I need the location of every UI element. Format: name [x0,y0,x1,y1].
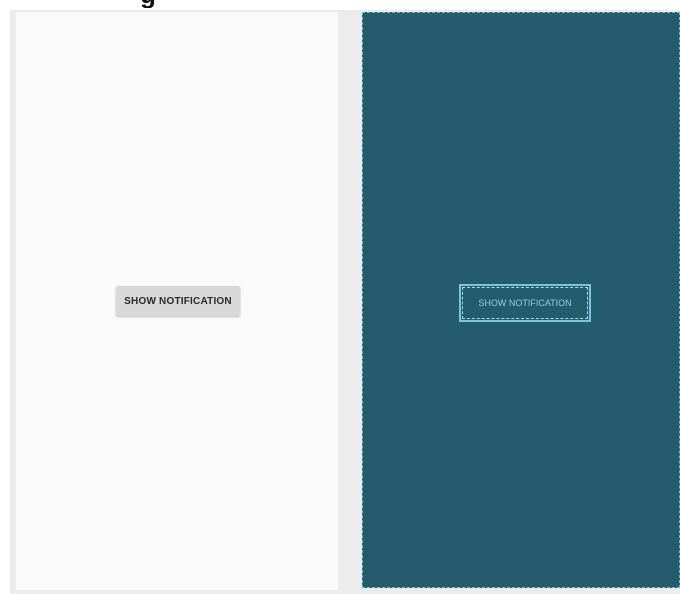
blueprint-view-panel[interactable]: SHOW NOTIFICATION [362,12,680,588]
design-view-panel[interactable]: SHOW NOTIFICATION [16,12,338,590]
show-notification-button[interactable]: SHOW NOTIFICATION [116,286,240,316]
cropped-heading-fragment: g [140,0,170,8]
blueprint-show-notification-button[interactable]: SHOW NOTIFICATION [459,284,591,322]
